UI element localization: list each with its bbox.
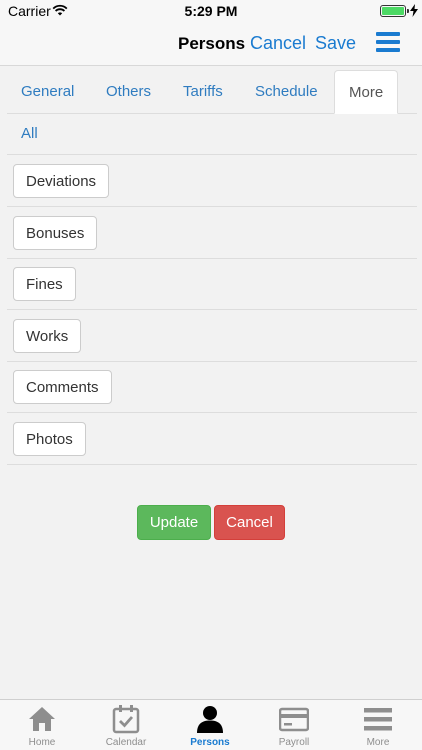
- fines-button[interactable]: Fines: [13, 267, 76, 301]
- tab-more[interactable]: More: [334, 70, 399, 114]
- tab-general[interactable]: General: [7, 70, 88, 114]
- status-bar: Carrier 5:29 PM: [0, 0, 422, 22]
- tabbar-item-payroll[interactable]: Payroll: [252, 700, 336, 750]
- tabbar-label: Payroll: [278, 737, 310, 748]
- page-title: Persons: [178, 34, 246, 53]
- tabbar-label: Home: [28, 737, 56, 748]
- section-row: Bonuses: [7, 207, 417, 259]
- tabbar-label: Calendar: [105, 737, 147, 748]
- section-row: Deviations: [7, 155, 417, 207]
- deviations-button[interactable]: Deviations: [13, 164, 110, 198]
- battery-icon: [380, 5, 406, 17]
- navigation-bar: Persons Cancel Save: [0, 22, 422, 66]
- battery-tip: [407, 9, 409, 13]
- tabbar-item-calendar[interactable]: Calendar: [84, 700, 168, 750]
- hamburger-icon[interactable]: [376, 32, 400, 54]
- update-button[interactable]: Update: [137, 505, 211, 540]
- tabbar-item-persons[interactable]: Persons: [168, 700, 252, 750]
- photos-button[interactable]: Photos: [13, 422, 86, 456]
- credit-card-icon: [279, 707, 309, 732]
- tabbar-label: More: [366, 737, 390, 748]
- nav-save-button[interactable]: Save: [315, 33, 356, 54]
- person-icon: [197, 706, 223, 733]
- tab-others[interactable]: Others: [92, 70, 165, 114]
- comments-button[interactable]: Comments: [13, 370, 112, 404]
- tabbar-item-more[interactable]: More: [336, 700, 420, 750]
- tabbar-item-home[interactable]: Home: [0, 700, 84, 750]
- tab-strip: General Others Tariffs Schedule More: [7, 70, 417, 114]
- cancel-button[interactable]: Cancel: [214, 505, 285, 540]
- tab-all[interactable]: All: [21, 120, 38, 148]
- tabbar-label: Persons: [190, 737, 230, 748]
- bottom-tab-bar: Home Calendar Persons Payroll More: [0, 699, 422, 750]
- works-button[interactable]: Works: [13, 319, 82, 353]
- nav-cancel-button[interactable]: Cancel: [250, 33, 306, 54]
- tab-tariffs[interactable]: Tariffs: [169, 70, 237, 114]
- menu-icon: [364, 708, 392, 731]
- section-row: Photos: [7, 413, 417, 465]
- section-row: Comments: [7, 361, 417, 413]
- home-icon: [29, 707, 55, 731]
- charging-bolt-icon: [410, 4, 418, 17]
- calendar-icon: [112, 705, 140, 734]
- section-row: Works: [7, 310, 417, 362]
- bonuses-button[interactable]: Bonuses: [13, 216, 98, 250]
- status-time: 5:29 PM: [184, 3, 238, 19]
- section-row: Fines: [7, 258, 417, 310]
- tab-schedule[interactable]: Schedule: [241, 70, 332, 114]
